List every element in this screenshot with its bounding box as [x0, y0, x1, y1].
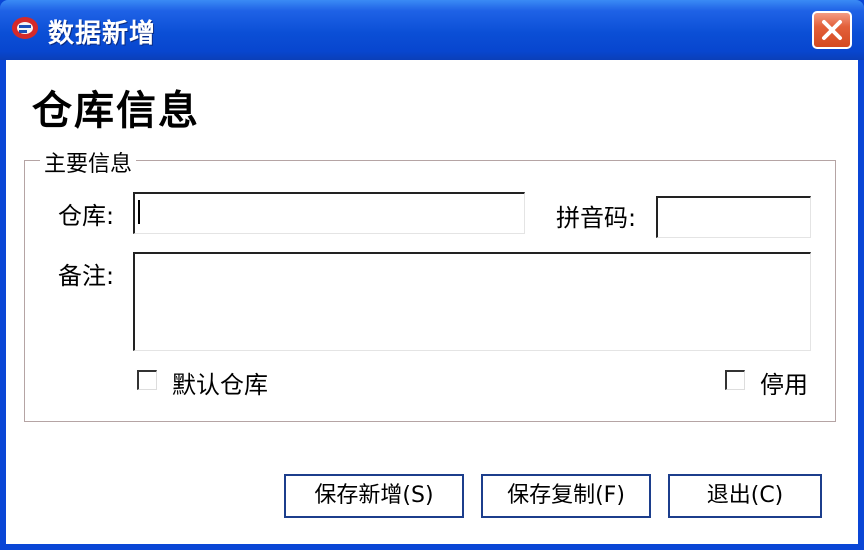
pinyin-label: 拼音码: [556, 204, 637, 232]
save-new-button[interactable]: 保存新增(S) [284, 474, 464, 518]
warehouse-label: 仓库: [58, 202, 115, 230]
save-copy-button[interactable]: 保存复制(F) [481, 474, 651, 518]
close-icon [822, 20, 842, 40]
app-logo-icon [10, 14, 40, 42]
default-warehouse-label[interactable]: 默认仓库 [172, 365, 268, 400]
text-caret [138, 200, 140, 224]
title-bar[interactable]: 数据新增 [0, 0, 864, 60]
group-title: 主要信息 [40, 146, 137, 178]
disable-checkbox[interactable] [725, 370, 745, 390]
form-heading: 仓库信息 [32, 88, 200, 134]
pinyin-input[interactable] [656, 196, 811, 238]
close-button[interactable] [812, 11, 852, 49]
dialog-body: 仓库信息 主要信息 仓库: 拼音码: 备注: 默认仓库 停用 保存新增(S) 保… [6, 60, 858, 544]
disable-label[interactable]: 停用 [760, 365, 808, 400]
default-warehouse-checkbox[interactable] [137, 370, 157, 390]
note-label: 备注: [58, 262, 115, 290]
dialog-window: 数据新增 仓库信息 主要信息 仓库: 拼音码: 备注: 默认仓库 停用 保存新增… [0, 0, 864, 550]
window-title: 数据新增 [48, 19, 157, 49]
warehouse-input[interactable] [133, 192, 525, 234]
exit-button[interactable]: 退出(C) [668, 474, 822, 518]
note-textarea[interactable] [133, 252, 811, 351]
